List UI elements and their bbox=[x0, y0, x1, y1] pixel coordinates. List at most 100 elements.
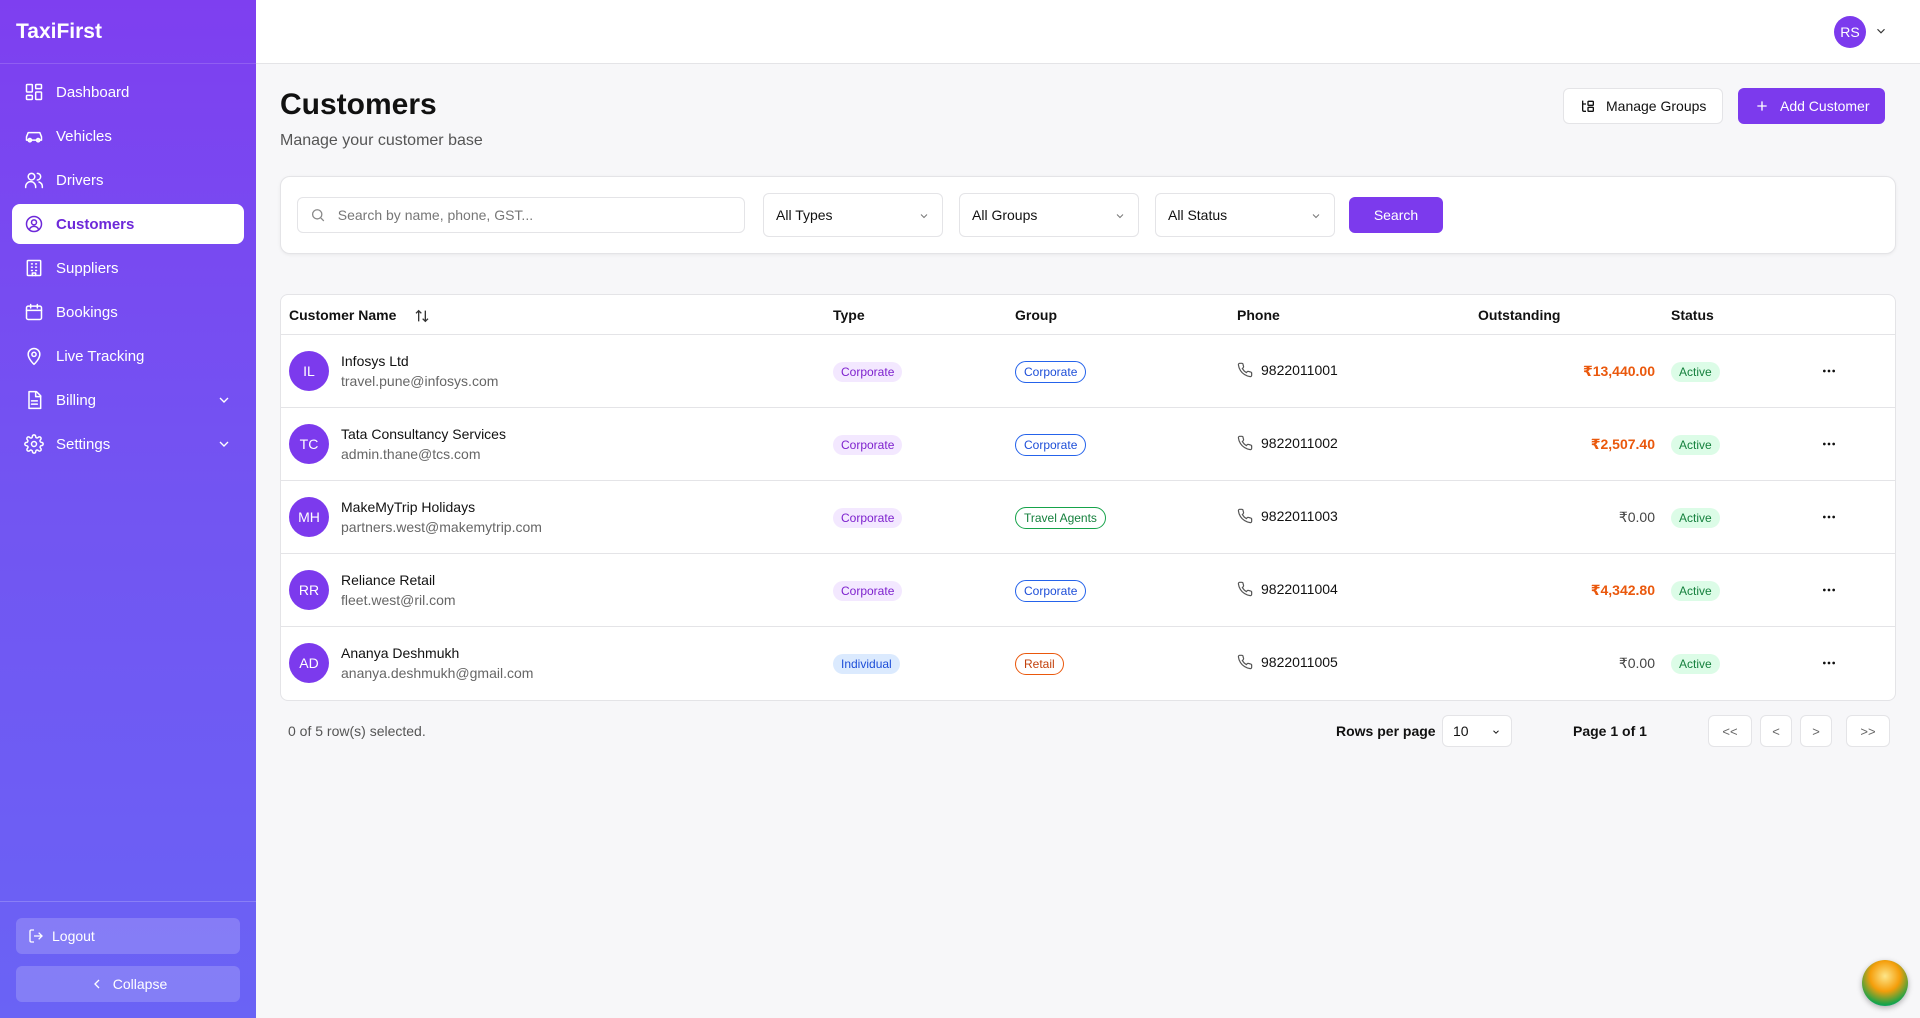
column-header-customer-name[interactable]: Customer Name bbox=[289, 307, 430, 324]
sidebar-item-dashboard[interactable]: Dashboard bbox=[12, 72, 244, 112]
status-filter-select[interactable]: All Status bbox=[1155, 193, 1335, 237]
more-horizontal-icon bbox=[1823, 588, 1835, 592]
type-filter-select[interactable]: All Types bbox=[763, 193, 943, 237]
column-header-status: Status bbox=[1671, 307, 1714, 323]
column-header-outstanding: Outstanding bbox=[1478, 307, 1561, 323]
avatar: TC bbox=[289, 424, 329, 464]
more-horizontal-icon bbox=[1823, 442, 1835, 446]
last-page-button[interactable]: >> bbox=[1846, 715, 1890, 747]
logout-button[interactable]: Logout bbox=[16, 918, 240, 954]
customer-name: Tata Consultancy Services bbox=[341, 426, 506, 442]
sidebar-item-billing[interactable]: Billing bbox=[12, 380, 244, 420]
sidebar-item-label: Customers bbox=[56, 215, 135, 233]
status-badge: Active bbox=[1671, 435, 1720, 455]
sidebar-item-label: Billing bbox=[56, 391, 97, 409]
column-header-phone: Phone bbox=[1237, 307, 1280, 323]
selection-status: 0 of 5 row(s) selected. bbox=[288, 723, 426, 739]
rows-per-page-select[interactable]: 10 bbox=[1442, 715, 1512, 747]
floating-avatar-badge[interactable] bbox=[1862, 960, 1908, 1006]
prev-page-button[interactable]: < bbox=[1760, 715, 1792, 747]
sidebar-nav: Dashboard Vehicles Drivers Customers Sup… bbox=[0, 64, 256, 476]
search-button[interactable]: Search bbox=[1349, 197, 1443, 233]
sidebar-item-settings[interactable]: Settings bbox=[12, 424, 244, 464]
logout-label: Logout bbox=[52, 928, 95, 944]
row-actions-button[interactable] bbox=[1817, 578, 1841, 602]
table-row[interactable]: IL Infosys Ltd travel.pune@infosys.com C… bbox=[281, 335, 1895, 408]
sort-icon[interactable] bbox=[414, 308, 430, 324]
search-icon bbox=[311, 209, 325, 222]
page-title: Customers bbox=[280, 88, 437, 121]
avatar: RR bbox=[289, 570, 329, 610]
table-row[interactable]: TC Tata Consultancy Services admin.thane… bbox=[281, 408, 1895, 481]
brand-logo[interactable]: TaxiFirst bbox=[0, 0, 256, 64]
building-icon bbox=[24, 258, 44, 278]
table-header: Customer Name Type Group Phone Outstandi… bbox=[281, 295, 1895, 335]
filter-bar: All Types All Groups All Status Search bbox=[280, 176, 1896, 254]
sidebar-item-vehicles[interactable]: Vehicles bbox=[12, 116, 244, 156]
chevron-down-icon bbox=[216, 392, 232, 408]
folder-tree-icon bbox=[1582, 100, 1594, 112]
add-customer-label: Add Customer bbox=[1780, 98, 1870, 114]
phone-icon bbox=[1237, 362, 1253, 378]
group-badge: Travel Agents bbox=[1015, 507, 1106, 529]
sidebar-item-drivers[interactable]: Drivers bbox=[12, 160, 244, 200]
map-pin-icon bbox=[24, 346, 44, 366]
row-actions-button[interactable] bbox=[1817, 432, 1841, 456]
group-badge: Corporate bbox=[1015, 434, 1087, 456]
manage-groups-button[interactable]: Manage Groups bbox=[1563, 88, 1724, 124]
table-row[interactable]: AD Ananya Deshmukh ananya.deshmukh@gmail… bbox=[281, 627, 1895, 700]
type-filter-value: All Types bbox=[776, 207, 833, 223]
sidebar-footer: Logout Collapse bbox=[0, 901, 256, 1018]
outstanding-amount: ₹13,440.00 bbox=[1582, 363, 1655, 379]
sidebar-item-customers[interactable]: Customers bbox=[12, 204, 244, 244]
first-page-button[interactable]: << bbox=[1708, 715, 1752, 747]
rows-per-page-label: Rows per page bbox=[1336, 723, 1436, 739]
search-field[interactable] bbox=[297, 197, 745, 233]
table-row[interactable]: MH MakeMyTrip Holidays partners.west@mak… bbox=[281, 481, 1895, 554]
customer-name: MakeMyTrip Holidays bbox=[341, 499, 476, 515]
customer-email: partners.west@makemytrip.com bbox=[341, 519, 542, 535]
type-badge: Corporate bbox=[833, 362, 903, 382]
status-badge: Active bbox=[1671, 581, 1720, 601]
more-horizontal-icon bbox=[1823, 515, 1835, 519]
group-badge: Corporate bbox=[1015, 580, 1087, 602]
plus-icon bbox=[1757, 101, 1767, 111]
sidebar-item-suppliers[interactable]: Suppliers bbox=[12, 248, 244, 288]
sidebar-item-bookings[interactable]: Bookings bbox=[12, 292, 244, 332]
row-actions-button[interactable] bbox=[1817, 651, 1841, 675]
customer-email: travel.pune@infosys.com bbox=[341, 373, 499, 389]
user-avatar[interactable]: RS bbox=[1834, 16, 1866, 48]
table-row[interactable]: RR Reliance Retail fleet.west@ril.com Co… bbox=[281, 554, 1895, 627]
sidebar-item-live-tracking[interactable]: Live Tracking bbox=[12, 336, 244, 376]
sidebar-item-label: Live Tracking bbox=[56, 347, 145, 365]
collapse-button[interactable]: Collapse bbox=[16, 966, 240, 1002]
sidebar-item-label: Bookings bbox=[56, 303, 118, 321]
sidebar-item-label: Vehicles bbox=[56, 127, 112, 145]
type-badge: Corporate bbox=[833, 581, 903, 601]
type-badge: Individual bbox=[833, 654, 900, 674]
status-filter-value: All Status bbox=[1168, 207, 1228, 223]
chevron-down-icon[interactable] bbox=[1874, 24, 1888, 38]
outstanding-amount: ₹2,507.40 bbox=[1590, 436, 1655, 452]
customer-email: admin.thane@tcs.com bbox=[341, 446, 481, 462]
users-icon bbox=[24, 170, 44, 190]
avatar: IL bbox=[289, 351, 329, 391]
phone-number: 9822011001 bbox=[1261, 362, 1338, 378]
row-actions-button[interactable] bbox=[1817, 359, 1841, 383]
customer-name: Ananya Deshmukh bbox=[341, 645, 460, 661]
topbar: RS bbox=[256, 0, 1920, 64]
next-page-button[interactable]: > bbox=[1800, 715, 1832, 747]
sidebar: TaxiFirst Dashboard Vehicles Drivers Cus… bbox=[0, 0, 256, 1018]
row-actions-button[interactable] bbox=[1817, 505, 1841, 529]
group-filter-select[interactable]: All Groups bbox=[959, 193, 1139, 237]
more-horizontal-icon bbox=[1823, 661, 1835, 665]
sidebar-item-label: Settings bbox=[56, 435, 111, 453]
avatar: MH bbox=[289, 497, 329, 537]
search-input[interactable] bbox=[337, 207, 732, 223]
phone-icon bbox=[1237, 581, 1253, 597]
add-customer-button[interactable]: Add Customer bbox=[1738, 88, 1886, 124]
chevron-down-icon bbox=[1116, 214, 1124, 219]
type-badge: Corporate bbox=[833, 508, 903, 528]
sidebar-item-label: Dashboard bbox=[56, 83, 130, 101]
chevron-left-icon bbox=[93, 979, 100, 989]
